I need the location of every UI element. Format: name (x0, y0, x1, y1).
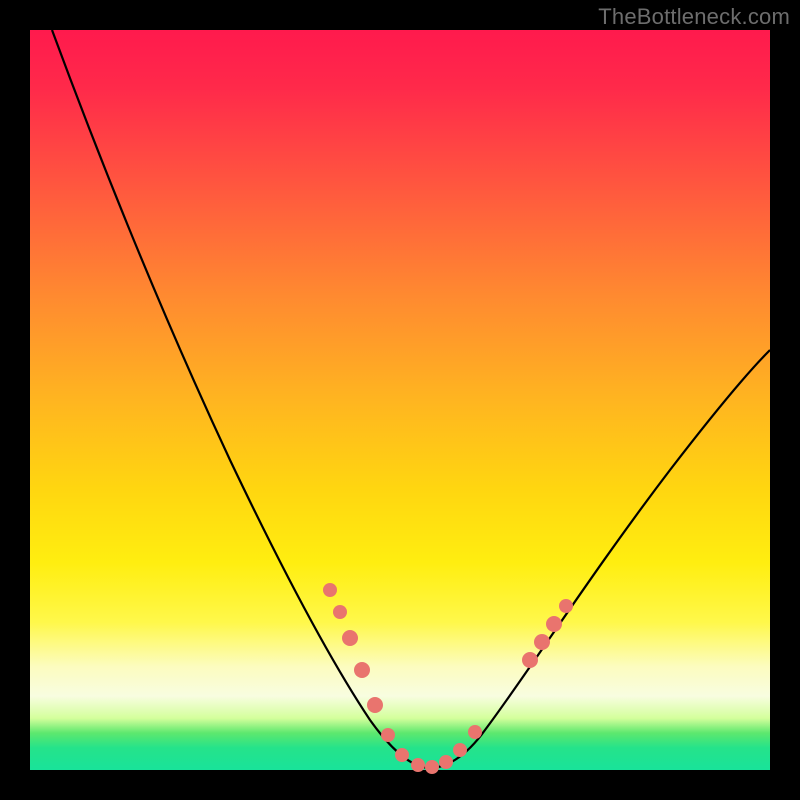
curve-marker (425, 760, 439, 774)
curve-marker (367, 697, 383, 713)
curve-marker (439, 755, 453, 769)
curve-marker (323, 583, 337, 597)
curve-layer (30, 30, 770, 770)
curve-marker (534, 634, 550, 650)
curve-marker (468, 725, 482, 739)
curve-marker (522, 652, 538, 668)
curve-marker (342, 630, 358, 646)
curve-marker (411, 758, 425, 772)
curve-marker (333, 605, 347, 619)
curve-marker (354, 662, 370, 678)
curve-marker (546, 616, 562, 632)
curve-marker (381, 728, 395, 742)
curve-marker (395, 748, 409, 762)
curve-marker (453, 743, 467, 757)
chart-frame: TheBottleneck.com (0, 0, 800, 800)
bottleneck-curve (52, 30, 770, 768)
curve-marker (559, 599, 573, 613)
plot-area (30, 30, 770, 770)
watermark-text: TheBottleneck.com (598, 4, 790, 30)
